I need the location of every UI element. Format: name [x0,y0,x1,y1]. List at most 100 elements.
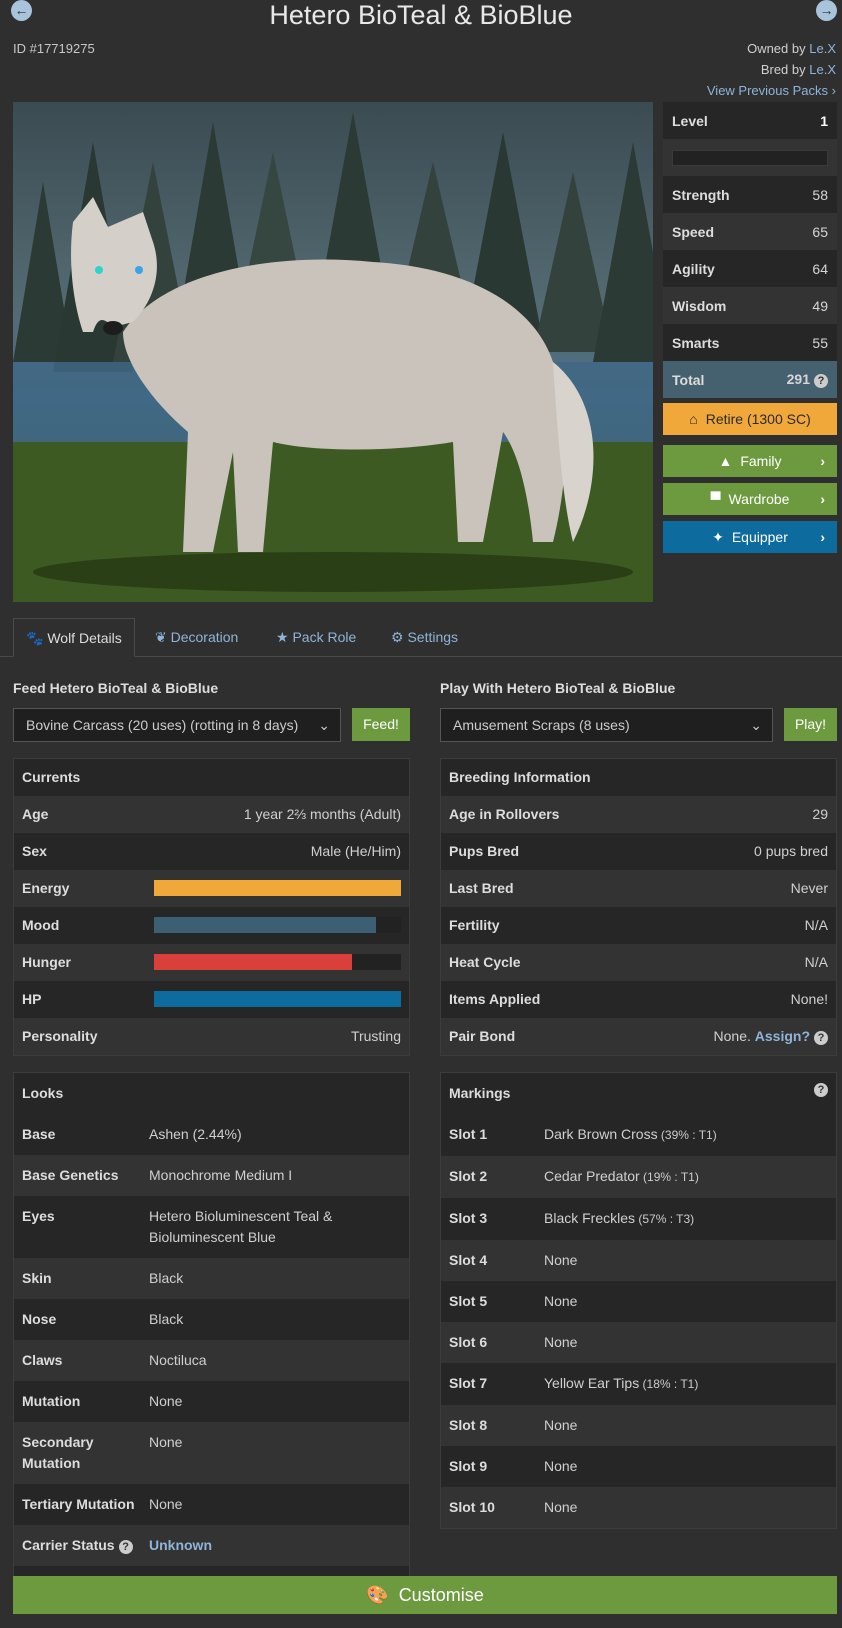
looks-key: Base [22,1126,56,1142]
wardrobe-button[interactable]: ▀ Wardrobe › [663,483,837,515]
breeding-panel: Breeding Information Age in Rollovers 29 … [440,758,837,1056]
personality-row: Personality Trusting [14,1018,409,1055]
view-previous-packs-link[interactable]: View Previous Packs › [707,83,836,98]
play-button[interactable]: Play! [784,708,837,741]
marking-value: Yellow Ear Tips (18% : T1) [544,1375,699,1391]
marking-slot: Slot 3 [449,1210,488,1226]
looks-value: None [149,1393,183,1409]
help-icon[interactable]: ? [814,1031,828,1045]
stat-agility: Agility 64 [663,250,837,287]
tab-bar: 🐾 Wolf Details ❦ Decoration ★ Pack Role … [0,618,842,657]
fertility-row: Fertility N/A [441,907,836,944]
breeder-link[interactable]: Le.X [809,62,836,77]
looks-row: Base Ashen (2.44%) [14,1114,409,1155]
marking-value: None [544,1417,578,1433]
sparkle-icon: ✦ [712,528,724,545]
marking-row: Slot 3 Black Freckles (57% : T3) [441,1198,836,1240]
marking-row: Slot 2 Cedar Predator (19% : T1) [441,1156,836,1198]
owned-by: Owned by Le.X [747,41,836,56]
looks-value: Ashen (2.44%) [149,1126,242,1142]
xp-bar-row [663,139,837,176]
hp-row: HP [14,981,409,1018]
wolf-illustration [13,112,653,602]
hunger-bar [154,954,401,970]
next-wolf-icon[interactable]: → [816,0,837,21]
looks-row: Secondary Mutation None [14,1422,409,1484]
bred-by: Bred by Le.X [760,62,836,77]
food-select[interactable]: Bovine Carcass (20 uses) (rotting in 8 d… [13,708,341,742]
looks-value: Hetero Bioluminescent Teal & Bioluminesc… [149,1208,333,1245]
chevron-right-icon: › [831,83,836,98]
tab-settings[interactable]: ⚙ Settings [379,618,470,657]
breeding-header: Breeding Information [441,759,836,796]
looks-row: Nose Black [14,1299,409,1340]
stat-strength: Strength 58 [663,176,837,213]
items-row: Items Applied None! [441,981,836,1018]
markings-panel: Markings? Slot 1 Dark Brown Cross (39% : … [440,1072,837,1529]
marking-slot: Slot 10 [449,1499,495,1515]
marking-value: None [544,1293,578,1309]
marking-detail: (19% : T1) [639,1170,699,1184]
feed-label: Feed Hetero BioTeal & BioBlue [13,680,219,696]
energy-row: Energy [14,870,409,907]
tab-wolf-details[interactable]: 🐾 Wolf Details [13,618,135,657]
heat-row: Heat Cycle N/A [441,944,836,981]
looks-value: Black [149,1311,184,1327]
chevron-down-icon: ⌄ [750,717,762,733]
family-button[interactable]: ▲ Family › [663,445,837,477]
currents-header: Currents [14,759,409,796]
marking-value: None [544,1499,578,1515]
xp-bar [672,149,828,166]
help-icon[interactable]: ? [118,1540,133,1554]
currents-panel: Currents Age 1 year 2⅔ months (Adult) Sex… [13,758,410,1056]
looks-key: Secondary Mutation [22,1434,94,1471]
tab-pack-role[interactable]: ★ Pack Role [264,618,368,657]
gear-icon: ⚙ [391,629,404,645]
marking-detail: (18% : T1) [639,1377,699,1391]
assign-link[interactable]: Assign? [755,1028,810,1044]
help-icon[interactable]: ? [814,1083,828,1097]
looks-row: Skin Black [14,1258,409,1299]
wolf-id: ID #17719275 [13,41,95,56]
marking-slot: Slot 1 [449,1126,488,1142]
marking-value: None [544,1458,578,1474]
retire-button[interactable]: ⌂ Retire (1300 SC) [663,403,837,435]
toy-select[interactable]: Amusement Scraps (8 uses) ⌄ [440,708,773,742]
marking-detail: (39% : T1) [657,1128,717,1142]
page-title: Hetero BioTeal & BioBlue [269,0,573,30]
looks-value: None [149,1496,183,1512]
looks-value: None [149,1434,183,1450]
looks-value[interactable]: Unknown [149,1535,212,1556]
looks-row: Eyes Hetero Bioluminescent Teal & Biolumi… [14,1196,409,1258]
stat-total: Total 291? [663,361,837,398]
looks-row: Carrier Status? Unknown [14,1525,409,1566]
mood-bar [154,917,401,933]
looks-row: Claws Noctiluca [14,1340,409,1381]
looks-panel: Looks Base Ashen (2.44%) Base Genetics Mono… [13,1072,410,1608]
looks-value: Black [149,1270,184,1286]
pair-bond-row: Pair Bond None. Assign?? [441,1018,836,1055]
marking-value: Dark Brown Cross (39% : T1) [544,1126,717,1142]
marking-value: None [544,1252,578,1268]
looks-row: Base Genetics Monochrome Medium I [14,1155,409,1196]
looks-row: Tertiary Mutation None [14,1484,409,1525]
wolf-image [13,102,653,602]
age-row: Age 1 year 2⅔ months (Adult) [14,796,409,833]
marking-slot: Slot 5 [449,1293,488,1309]
equipper-button[interactable]: ✦ Equipper › [663,521,837,553]
energy-fill [154,880,401,896]
looks-value: Monochrome Medium I [149,1167,293,1183]
marking-slot: Slot 6 [449,1334,488,1350]
paw-icon: 🐾 [26,630,44,646]
feed-button[interactable]: Feed! [352,708,410,741]
owner-link[interactable]: Le.X [809,41,836,56]
help-icon[interactable]: ? [814,374,828,388]
customise-button[interactable]: 🎨 Customise [13,1576,837,1614]
shirt-icon: ▀ [710,491,721,507]
marking-slot: Slot 9 [449,1458,488,1474]
marking-row: Slot 1 Dark Brown Cross (39% : T1) [441,1114,836,1156]
tab-decoration[interactable]: ❦ Decoration [143,618,250,657]
sex-row: Sex Male (He/Him) [14,833,409,870]
marking-slot: Slot 2 [449,1168,488,1184]
chevron-right-icon: › [820,453,825,469]
